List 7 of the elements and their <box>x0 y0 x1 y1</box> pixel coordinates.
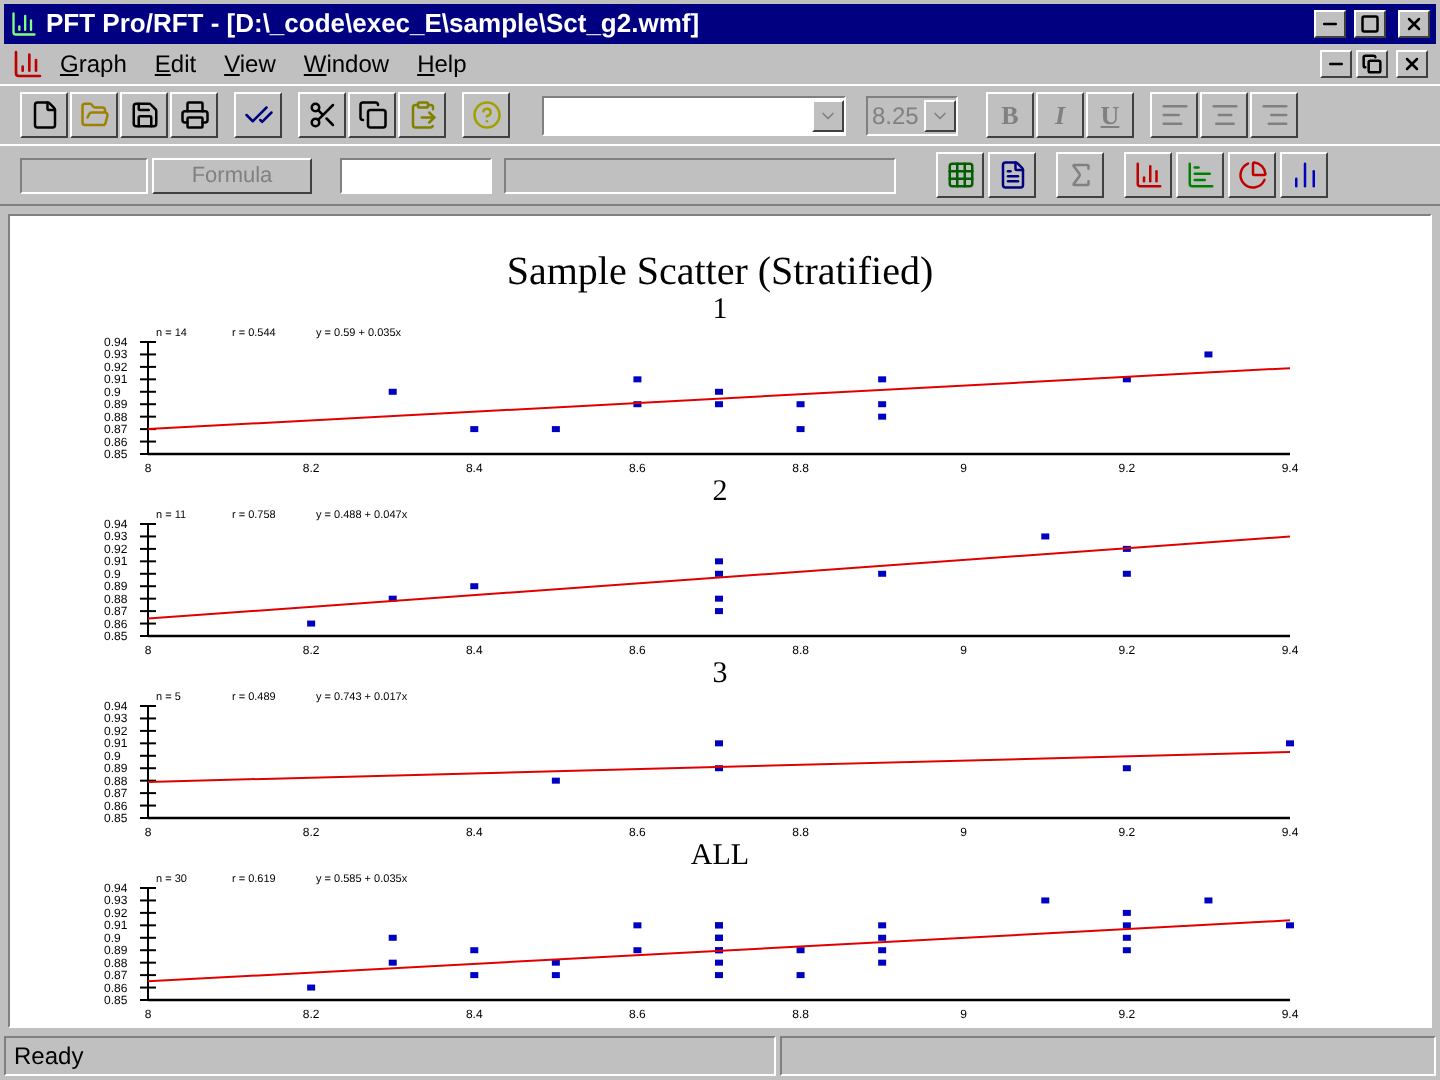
panel-title: 1 <box>712 296 728 326</box>
panel-title: 2 <box>712 478 728 508</box>
panel-title: ALL <box>690 842 750 872</box>
status-text: Ready <box>14 1040 84 1074</box>
panel-title: 3 <box>712 660 728 690</box>
window-title: PFT Pro/RFT - [D:\_code\exec_E\sample\Sct_g2.wmf] <box>46 6 702 43</box>
chart-title: Sample Scatter (Stratified) <box>506 248 934 296</box>
